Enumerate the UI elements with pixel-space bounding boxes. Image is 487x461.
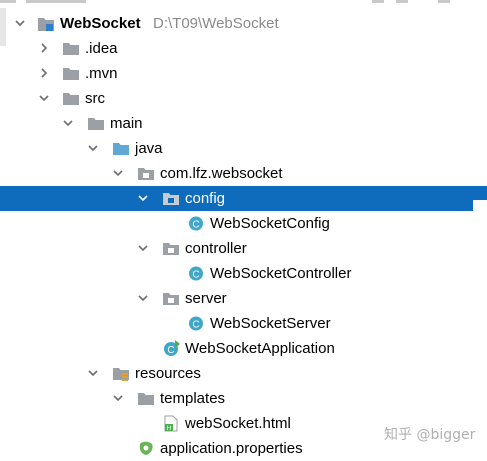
package-icon (162, 240, 180, 257)
package-label: config (185, 190, 226, 207)
watermark: 知乎 @bigger (384, 427, 476, 443)
class-icon: C (187, 265, 205, 282)
folder-icon (62, 90, 80, 107)
html-file-icon: H (162, 415, 180, 432)
svg-text:C: C (192, 320, 199, 331)
folder-icon (87, 115, 105, 132)
top-toolbar-remnant (0, 0, 487, 8)
class-label: WebSocketConfig (210, 215, 330, 232)
chevron-down-icon[interactable] (137, 292, 149, 304)
source-folder-icon (112, 140, 130, 157)
tree-node-config[interactable]: config (0, 186, 487, 211)
tree-node-idea[interactable]: .idea (0, 36, 487, 61)
svg-text:C: C (192, 270, 199, 281)
project-name: WebSocket (60, 15, 141, 32)
tree-node-config-class[interactable]: C WebSocketConfig (0, 211, 487, 236)
package-icon (137, 165, 155, 182)
class-label: WebSocketServer (210, 315, 331, 332)
svg-text:C: C (167, 345, 174, 356)
tree-node-java[interactable]: java (0, 136, 487, 161)
folder-icon (62, 40, 80, 57)
class-label: WebSocketController (210, 265, 352, 282)
tree-node-resources[interactable]: resources (0, 361, 487, 386)
package-label: controller (185, 240, 247, 257)
chevron-down-icon[interactable] (14, 17, 26, 29)
svg-text:H: H (167, 426, 171, 432)
class-label: WebSocketApplication (185, 340, 335, 357)
tree-node-project-root[interactable]: WebSocket D:\T09\WebSocket (0, 11, 487, 36)
package-icon (162, 290, 180, 307)
toolbar-edge (438, 0, 450, 3)
folder-label: java (135, 140, 163, 157)
package-label: server (185, 290, 227, 307)
properties-file-icon (137, 440, 155, 457)
toolbar-edge (396, 0, 408, 3)
tree-node-mvn[interactable]: .mvn (0, 61, 487, 86)
class-icon: C (187, 315, 205, 332)
resources-folder-icon (112, 365, 130, 382)
chevron-down-icon[interactable] (137, 242, 149, 254)
folder-icon (62, 65, 80, 82)
tree-node-package[interactable]: com.lfz.websocket (0, 161, 487, 186)
chevron-down-icon[interactable] (38, 92, 50, 104)
tree-node-application-class[interactable]: C WebSocketApplication (0, 336, 487, 361)
spring-boot-class-icon: C (162, 340, 180, 357)
tree-node-templates[interactable]: templates (0, 386, 487, 411)
project-path: D:\T09\WebSocket (153, 15, 279, 32)
chevron-down-icon[interactable] (137, 192, 149, 204)
chevron-right-icon[interactable] (38, 67, 50, 79)
folder-label: main (110, 115, 143, 132)
chevron-down-icon[interactable] (62, 117, 74, 129)
folder-label: .idea (85, 40, 118, 57)
folder-label: templates (160, 390, 226, 407)
chevron-right-icon[interactable] (38, 42, 50, 54)
tree-node-controller-class[interactable]: C WebSocketController (0, 261, 487, 286)
class-icon: C (187, 215, 205, 232)
chevron-down-icon[interactable] (112, 167, 124, 179)
file-label: application.properties (160, 440, 303, 457)
svg-text:C: C (192, 220, 199, 231)
folder-label: src (85, 90, 105, 107)
vertical-scrollbar[interactable] (473, 200, 487, 456)
folder-label: resources (135, 365, 201, 382)
toolbar-edge (0, 0, 16, 3)
file-label: webSocket.html (185, 415, 291, 432)
folder-icon (137, 390, 155, 407)
tree-node-server[interactable]: server (0, 286, 487, 311)
chevron-down-icon[interactable] (87, 367, 99, 379)
tree-node-server-class[interactable]: C WebSocketServer (0, 311, 487, 336)
module-folder-icon (37, 15, 55, 32)
toolbar-edge (372, 0, 384, 3)
folder-label: .mvn (85, 65, 118, 82)
chevron-down-icon[interactable] (112, 392, 124, 404)
chevron-down-icon[interactable] (87, 142, 99, 154)
package-label: com.lfz.websocket (160, 165, 283, 182)
tree-node-controller[interactable]: controller (0, 236, 487, 261)
tree-node-main[interactable]: main (0, 111, 487, 136)
package-icon (162, 190, 180, 207)
tree-node-src[interactable]: src (0, 86, 487, 111)
toolbar-edge (26, 0, 86, 3)
